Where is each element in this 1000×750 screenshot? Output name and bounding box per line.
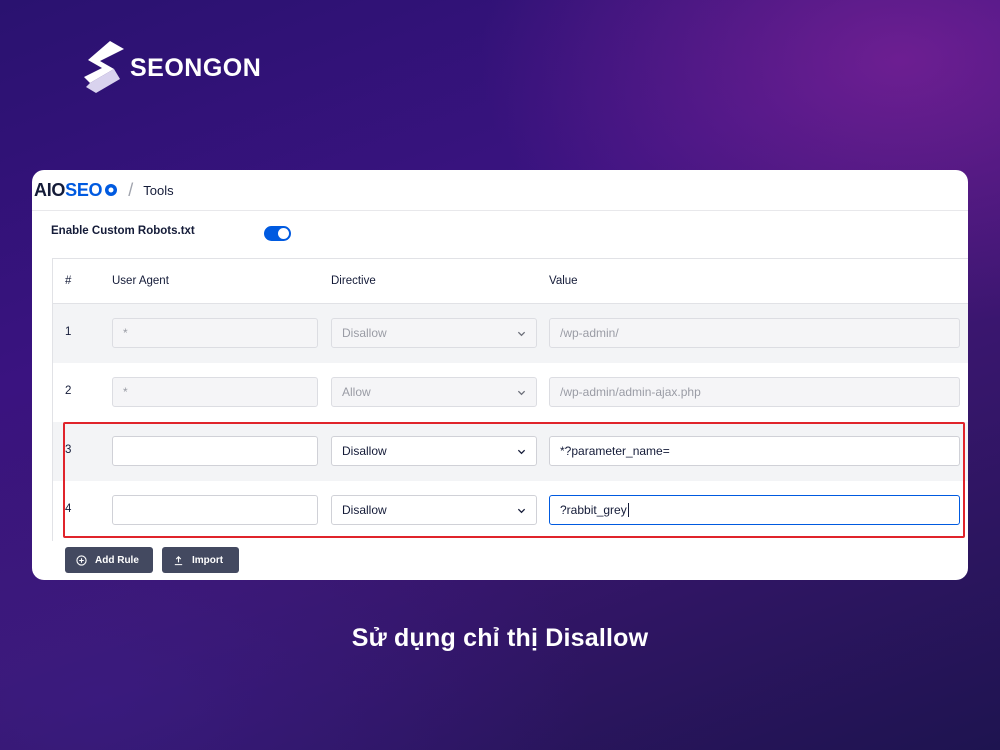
user-agent-input[interactable]: * (112, 377, 318, 407)
header-value: Value (549, 275, 578, 287)
user-agent-input[interactable]: * (112, 318, 318, 348)
custom-robots-toggle[interactable] (264, 226, 291, 241)
brand-name: SEONGON (130, 53, 262, 82)
directive-value: Disallow (342, 326, 387, 340)
custom-robots-label: Enable Custom Robots.txt (51, 225, 195, 237)
logo-prefix: AIO (34, 179, 66, 200)
plus-circle-icon (76, 554, 87, 566)
row-number: 1 (65, 326, 72, 338)
header-user-agent: User Agent (112, 275, 169, 287)
highlight-box (63, 422, 965, 538)
directive-select[interactable]: Disallow (331, 318, 537, 348)
header-num: # (65, 275, 72, 287)
add-rule-label: Add Rule (95, 554, 139, 566)
import-button[interactable]: Import (162, 547, 239, 573)
breadcrumb-separator: / (128, 179, 134, 200)
value-input[interactable]: /wp-admin/ (549, 318, 960, 348)
table-header: # User Agent Directive Value (53, 259, 968, 304)
import-label: Import (192, 554, 224, 566)
value-input[interactable]: /wp-admin/admin-ajax.php (549, 377, 960, 407)
chevron-down-icon (517, 331, 526, 336)
table-row: 2 * Allow /wp-admin/admin-ajax.php (53, 363, 968, 422)
row-number: 2 (65, 385, 72, 397)
breadcrumb-tools[interactable]: Tools (143, 183, 173, 198)
seongon-s-logo-icon (84, 41, 124, 93)
aioseo-logo[interactable]: AIO SEO (34, 180, 118, 201)
top-bar: AIO SEO / Tools (32, 170, 968, 210)
chevron-down-icon (517, 390, 526, 395)
brand: SEONGON (80, 38, 261, 98)
directive-select[interactable]: Allow (331, 377, 537, 407)
header-directive: Directive (331, 275, 376, 287)
caption: Sử dụng chỉ thị Disallow (351, 624, 649, 652)
gear-icon (105, 184, 118, 196)
directive-value: Allow (342, 385, 371, 399)
toggle-knob (278, 228, 289, 239)
upload-icon (174, 555, 183, 565)
add-rule-button[interactable]: Add Rule (65, 547, 153, 573)
divider (32, 210, 968, 211)
table-row: 1 * Disallow /wp-admin/ (53, 304, 968, 363)
logo-accent: SEO (65, 179, 103, 200)
